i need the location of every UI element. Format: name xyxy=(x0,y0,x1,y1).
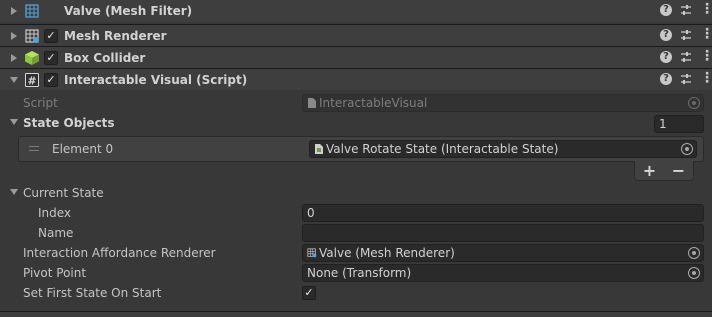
first-state-label: Set First State On Start xyxy=(23,286,162,300)
affordance-row: Interaction Affordance Renderer Valve (M… xyxy=(0,243,712,263)
help-icon[interactable]: ? xyxy=(660,73,672,85)
name-label: Name xyxy=(38,226,74,240)
component-header-interactable-visual[interactable]: # ✓ Interactable Visual (Script) ? ⋮ xyxy=(0,68,712,90)
foldout-arrow-icon[interactable] xyxy=(10,189,18,195)
object-picker-icon[interactable] xyxy=(681,143,693,155)
foldout-arrow-icon[interactable] xyxy=(11,7,17,15)
help-icon[interactable]: ? xyxy=(660,4,672,16)
script-value: InteractableVisual xyxy=(319,96,428,110)
list-footer: + − xyxy=(634,161,694,181)
component-title: Mesh Renderer xyxy=(64,29,167,43)
script-field: InteractableVisual xyxy=(302,94,704,112)
presets-icon[interactable] xyxy=(680,73,692,85)
foldout-arrow-icon[interactable] xyxy=(10,119,18,125)
component-enabled-checkbox[interactable]: ✓ xyxy=(44,51,58,65)
script-icon: # xyxy=(25,73,39,88)
element-label: Element 0 xyxy=(52,142,114,156)
array-size-field[interactable]: 1 xyxy=(654,115,704,133)
component-title: Box Collider xyxy=(64,51,146,65)
foldout-arrow-icon[interactable] xyxy=(10,76,18,83)
affordance-value: Valve (Mesh Renderer) xyxy=(319,246,455,260)
name-row: Name xyxy=(0,223,712,243)
mesh-renderer-icon xyxy=(25,29,39,43)
mesh-renderer-icon xyxy=(307,248,317,258)
affordance-field[interactable]: Valve (Mesh Renderer) xyxy=(302,244,704,262)
object-picker-icon[interactable] xyxy=(688,247,700,259)
foldout-arrow-icon[interactable] xyxy=(11,53,17,62)
state-objects-row: State Objects 1 xyxy=(0,113,712,133)
component-enabled-checkbox[interactable]: ✓ xyxy=(44,73,58,87)
current-state-label: Current State xyxy=(23,186,104,200)
name-field[interactable] xyxy=(302,224,704,242)
state-objects-list: Element 0 Valve Rotate State (Interactab… xyxy=(18,136,704,162)
index-row: Index 0 xyxy=(0,203,712,223)
pivot-field[interactable]: None (Transform) xyxy=(302,264,704,282)
index-label: Index xyxy=(38,206,72,220)
element-object-field[interactable]: Valve Rotate State (Interactable State) xyxy=(309,140,697,158)
presets-icon[interactable] xyxy=(680,51,692,63)
kebab-menu-icon[interactable]: ⋮ xyxy=(700,49,712,63)
element-value: Valve Rotate State (Interactable State) xyxy=(326,142,559,156)
script-label: Script xyxy=(23,96,58,110)
component-title: Interactable Visual (Script) xyxy=(64,73,248,87)
index-field[interactable]: 0 xyxy=(302,204,704,222)
component-header-mesh-filter[interactable]: Valve (Mesh Filter) ? ⋮ xyxy=(0,0,712,22)
add-element-button[interactable]: + xyxy=(643,161,656,180)
remove-element-button[interactable]: − xyxy=(672,161,685,180)
scriptable-object-icon xyxy=(315,144,323,154)
first-state-row: Set First State On Start xyxy=(0,283,712,303)
svg-text:#: # xyxy=(27,75,36,88)
foldout-arrow-icon[interactable] xyxy=(11,31,17,40)
next-component-header xyxy=(0,311,712,317)
presets-icon[interactable] xyxy=(680,4,692,16)
help-icon[interactable]: ? xyxy=(660,51,672,63)
component-enabled-checkbox[interactable]: ✓ xyxy=(44,29,58,43)
pivot-label: Pivot Point xyxy=(23,266,87,280)
drag-handle-icon[interactable] xyxy=(29,146,39,151)
component-header-mesh-renderer[interactable]: ✓ Mesh Renderer ? ⋮ xyxy=(0,24,712,46)
pivot-row: Pivot Point None (Transform) xyxy=(0,263,712,283)
object-picker-icon[interactable] xyxy=(688,267,700,279)
help-icon[interactable]: ? xyxy=(660,29,672,41)
mesh-filter-icon xyxy=(25,4,39,18)
script-row: Script InteractableVisual xyxy=(0,93,712,113)
component-title: Valve (Mesh Filter) xyxy=(64,4,193,18)
state-objects-label: State Objects xyxy=(23,116,115,130)
kebab-menu-icon[interactable]: ⋮ xyxy=(700,2,712,16)
affordance-label: Interaction Affordance Renderer xyxy=(23,246,216,260)
current-state-row[interactable]: Current State xyxy=(0,183,712,203)
object-picker-icon xyxy=(688,97,700,109)
component-header-box-collider[interactable]: ✓ Box Collider ? ⋮ xyxy=(0,46,712,68)
first-state-checkbox[interactable]: ✓ xyxy=(302,286,316,300)
presets-icon[interactable] xyxy=(680,29,692,41)
kebab-menu-icon[interactable]: ⋮ xyxy=(700,27,712,41)
kebab-menu-icon[interactable]: ⋮ xyxy=(700,71,712,85)
script-file-icon xyxy=(308,98,316,108)
box-collider-icon xyxy=(25,51,39,65)
